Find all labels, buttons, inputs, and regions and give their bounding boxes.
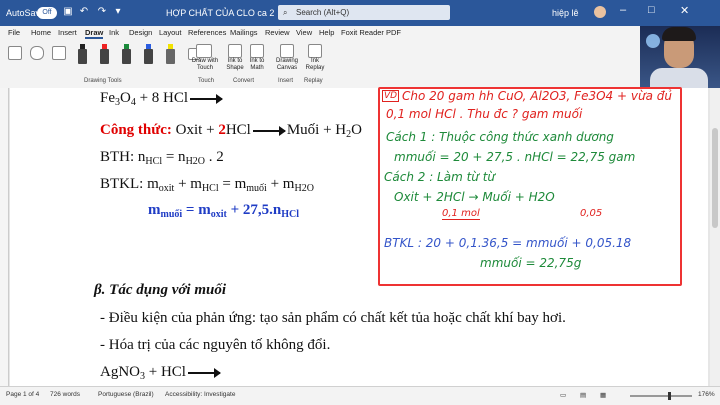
read-mode-icon[interactable]: ▤ (580, 391, 586, 399)
web-layout-icon[interactable]: ▦ (600, 391, 606, 399)
avatar[interactable] (594, 6, 606, 18)
group-insert: Insert (278, 78, 294, 84)
tab-home[interactable]: Home (31, 28, 51, 37)
status-bar: Page 1 of 4 726 words Portuguese (Brazil… (0, 386, 720, 405)
line-bth: BTH: nHCl = nH2O . 2 (100, 149, 224, 167)
ink-method-2: Cách 2 : Làm từ từ (384, 170, 496, 184)
draw-touch-icon[interactable] (196, 44, 212, 58)
pen-green-icon[interactable] (122, 44, 131, 64)
group-replay: Replay (304, 78, 323, 84)
ink-replay-icon[interactable] (308, 44, 322, 58)
tab-mailings[interactable]: Mailings (230, 28, 258, 37)
ink-method-1: Cách 1 : Thuộc công thức xanh dương (386, 130, 614, 144)
valence-line: - Hóa trị của các nguyên tố không đổi. (100, 337, 331, 353)
vertical-scrollbar[interactable] (710, 88, 720, 386)
tab-layout[interactable]: Layout (159, 28, 182, 37)
scroll-thumb[interactable] (712, 128, 718, 228)
ink-to-math-button[interactable]: Ink to Math (246, 58, 268, 72)
line-formula: Công thức: Oxit + 2HCl Muối + H2O (100, 122, 362, 140)
ink-mol-h2o: 0,05 (580, 208, 603, 219)
ink-problem-1: Cho 20 gam hh CuO, Al2O3, Fe3O4 + vừa đủ (402, 89, 672, 103)
zoom-slider-knob[interactable] (668, 392, 671, 400)
pen-black-icon[interactable] (78, 44, 87, 64)
tab-file[interactable]: File (8, 28, 20, 37)
word-count[interactable]: 726 words (50, 391, 80, 398)
eraser-icon[interactable] (52, 46, 66, 60)
line-muoi-formula: mmuối = moxit + 27,5.nHCl (148, 202, 299, 220)
webcam-overlay (640, 26, 720, 88)
minimize-icon[interactable]: – (620, 4, 626, 16)
select-tool-icon[interactable] (8, 46, 22, 60)
arrow-icon (252, 125, 286, 136)
title-bar: AutoSave Off ▣ ↶ ↷ ▾ HỢP CHẤT CỦA CLO ca… (0, 0, 720, 26)
ink-method-1-calc: mmuối = 20 + 27,5 . nHCl = 22,75 gam (394, 150, 636, 164)
presenter-hair (662, 27, 696, 41)
maximize-icon[interactable]: □ (648, 4, 655, 16)
arrow-icon (187, 367, 221, 378)
group-drawing-tools: Drawing Tools (84, 78, 122, 84)
accessibility[interactable]: Accessibility: Investigate (165, 391, 235, 398)
page-count[interactable]: Page 1 of 4 (6, 391, 39, 398)
arrow-icon (190, 93, 224, 104)
menu-bar: File Home Insert Draw Ink Design Layout … (0, 26, 640, 40)
line-agno3: AgNO3 + HCl (100, 364, 222, 382)
tab-insert[interactable]: Insert (58, 28, 77, 37)
group-touch: Touch (198, 78, 215, 84)
ink-replay-button[interactable]: Ink Replay (302, 58, 328, 72)
tab-draw[interactable]: Draw (85, 28, 104, 39)
drawing-canvas-button[interactable]: Drawing Canvas (272, 58, 302, 72)
document-title: HỢP CHẤT CỦA CLO ca 2 (166, 8, 275, 18)
highlighter-icon[interactable] (166, 44, 175, 64)
ink-to-shape-icon[interactable] (228, 44, 242, 58)
section-heading: β. Tác dụng với muối (94, 282, 226, 298)
tab-ink[interactable]: Ink (109, 28, 119, 37)
save-icon[interactable]: ▣ (62, 6, 74, 18)
ink-problem-2: 0,1 mol HCl . Thu đc ? gam muối (386, 107, 583, 121)
vertical-ruler (0, 88, 9, 386)
tab-view[interactable]: View (296, 28, 312, 37)
close-icon[interactable]: ✕ (680, 4, 689, 17)
zoom-slider[interactable] (630, 392, 692, 400)
undo-icon[interactable]: ↶ (78, 6, 90, 18)
line-fe3o4: Fe3O4 + 8 HCl (100, 90, 224, 108)
search-icon: ⌕ (283, 8, 288, 17)
draw-with-touch-button[interactable]: Draw with Touch (190, 58, 220, 72)
language[interactable]: Portuguese (Brazil) (98, 391, 154, 398)
search-box[interactable]: ⌕ Search (Alt+Q) (278, 5, 450, 20)
tab-foxit[interactable]: Foxit Reader PDF (341, 28, 401, 37)
ink-vd: VD (382, 90, 400, 102)
line-btkl: BTKL: moxit + mHCl = mmuối + mH2O (100, 176, 314, 194)
ink-btkl: BTKL : 20 + 0,1.36,5 = mmuối + 0,05.18 (384, 236, 632, 250)
search-placeholder: Search (Alt+Q) (296, 8, 350, 17)
pen-red-icon[interactable] (100, 44, 109, 64)
light-glare (646, 34, 660, 48)
ink-to-math-icon[interactable] (250, 44, 264, 58)
ink-result: mmuối = 22,75g (480, 256, 582, 270)
lasso-icon[interactable] (30, 46, 44, 60)
pen-blue-icon[interactable] (144, 44, 153, 64)
tab-help[interactable]: Help (319, 28, 334, 37)
tab-design[interactable]: Design (129, 28, 152, 37)
group-convert: Convert (233, 78, 255, 84)
autosave-toggle[interactable]: Off (37, 7, 57, 19)
ink-to-shape-button[interactable]: Ink to Shape (224, 58, 246, 72)
user-name[interactable]: hiệp lê (552, 8, 579, 18)
focus-icon[interactable]: ▭ (560, 391, 566, 399)
ink-mol-hcl: 0,1 mol (442, 208, 480, 220)
zoom-level[interactable]: 176% (698, 391, 715, 398)
ink-equation: Oxit + 2HCl → Muối + H2O (394, 190, 555, 204)
redo-icon[interactable]: ↷ (96, 6, 108, 18)
tab-references[interactable]: References (188, 28, 226, 37)
customize-toolbar-icon[interactable]: ▾ (112, 6, 124, 18)
drawing-canvas-icon[interactable] (280, 44, 294, 58)
tab-review[interactable]: Review (265, 28, 290, 37)
presenter-shirt (650, 68, 708, 88)
condition-line: - Điều kiện của phản ứng: tạo sản phẩm c… (100, 310, 566, 326)
